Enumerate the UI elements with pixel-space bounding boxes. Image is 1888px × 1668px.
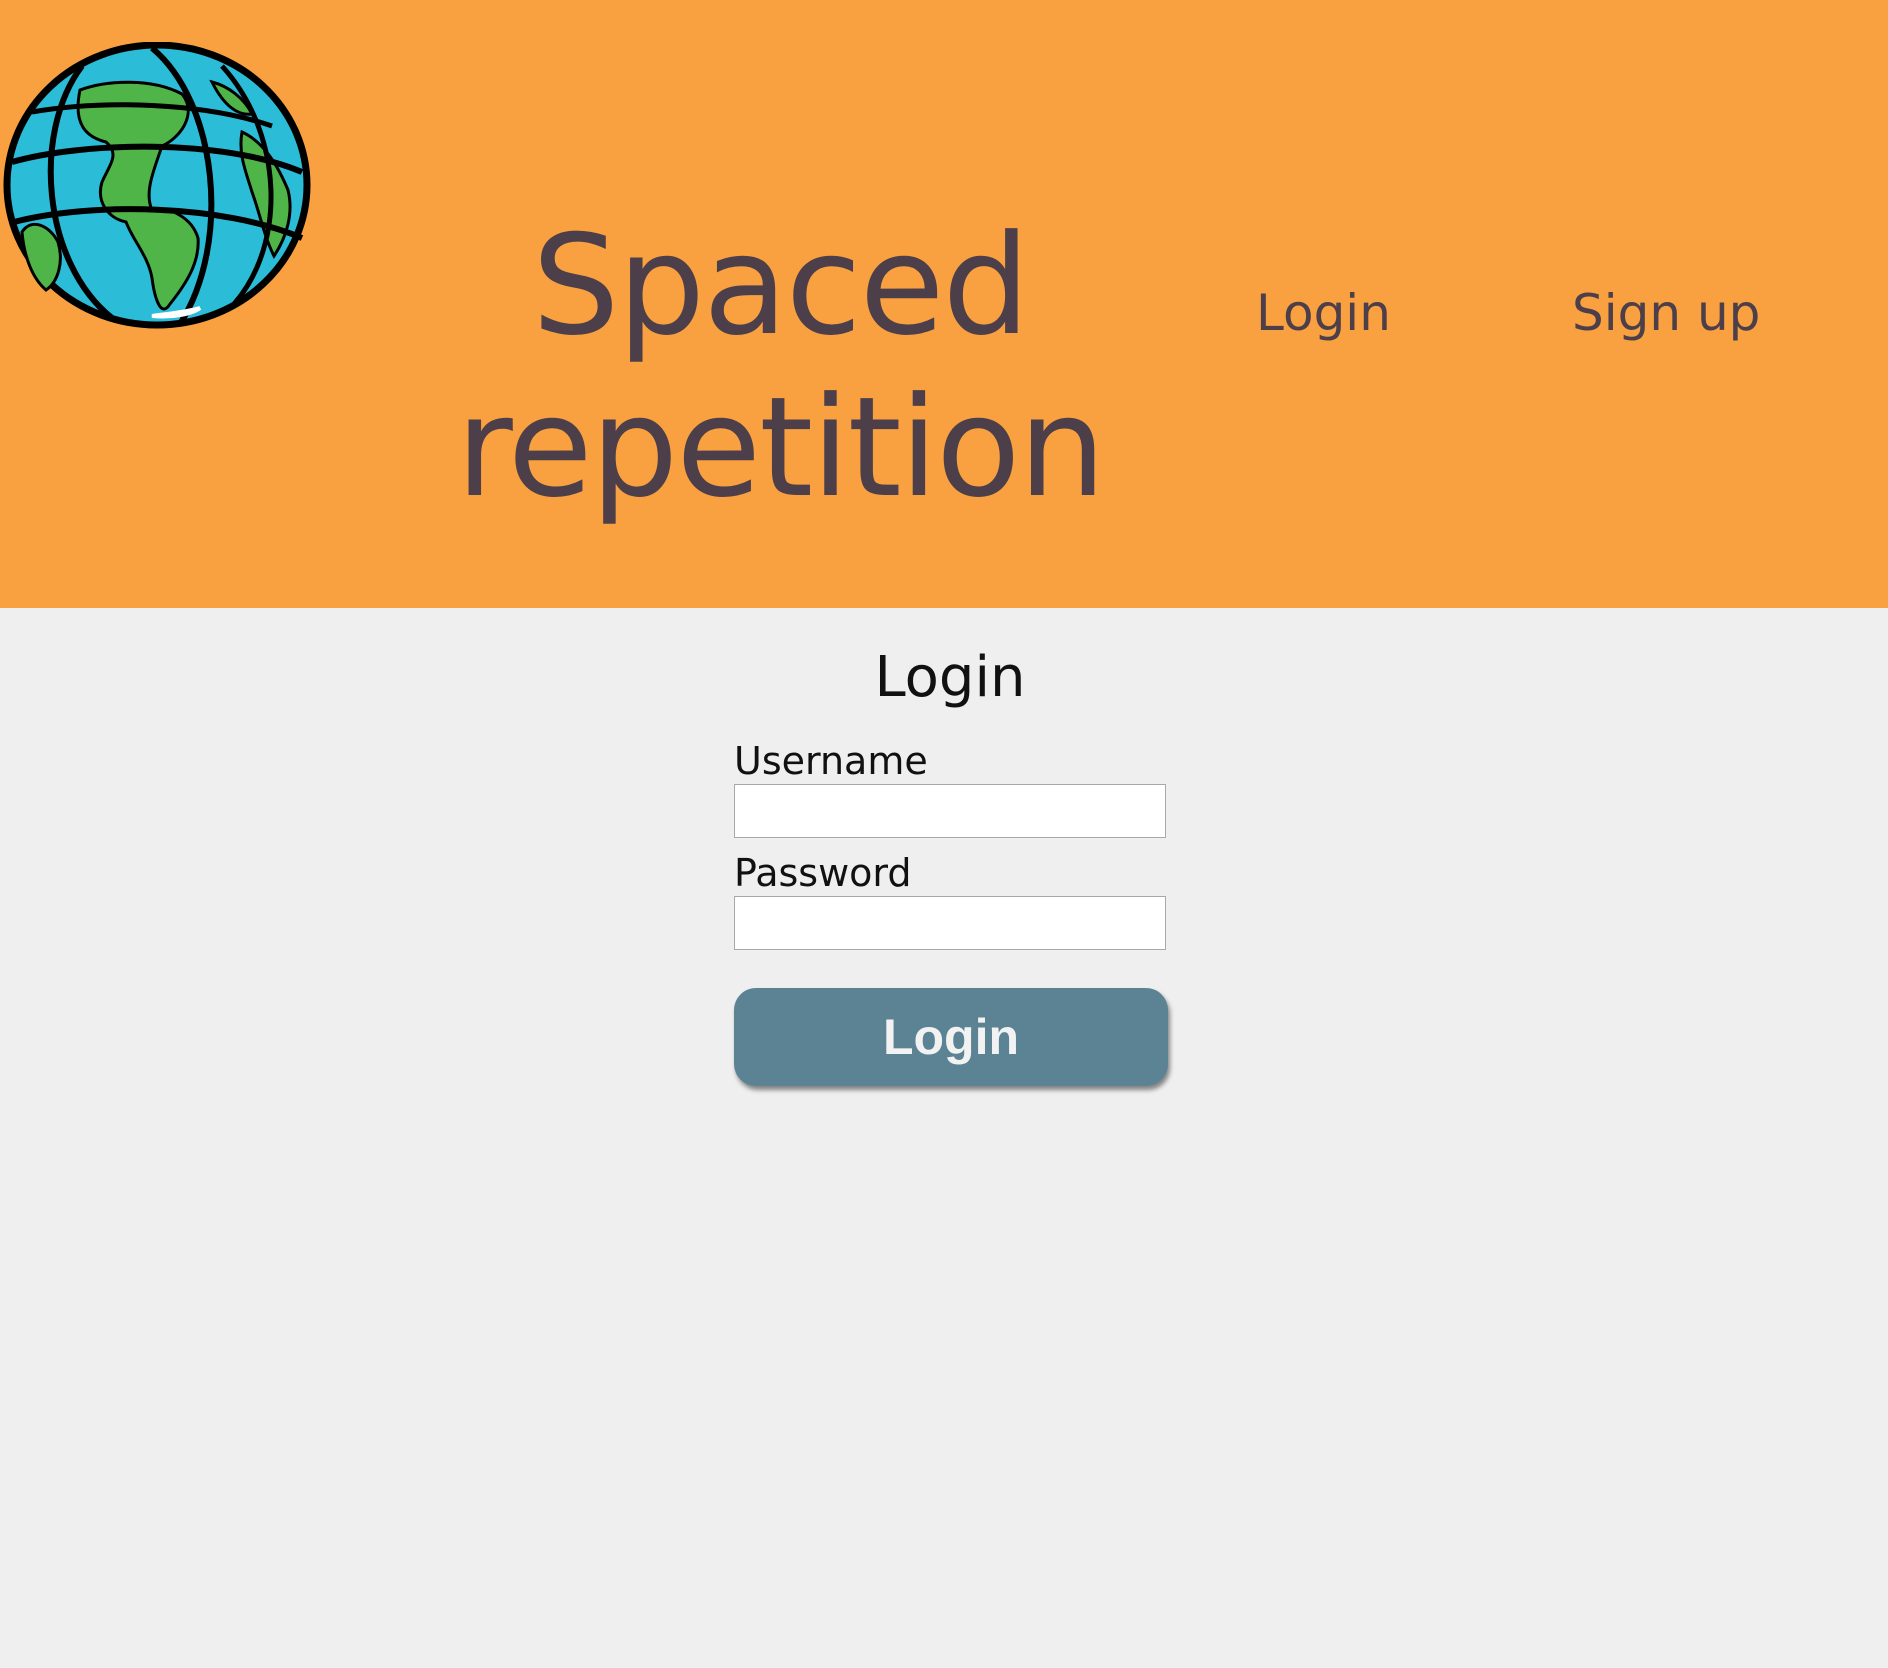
username-label: Username — [734, 739, 928, 783]
site-title-line1: Spaced — [531, 205, 1030, 366]
site-title-line2: repetition — [456, 367, 1106, 528]
nav-signup-link[interactable]: Sign up — [1572, 282, 1760, 344]
password-label: Password — [734, 851, 912, 895]
nav-login-link[interactable]: Login — [1256, 282, 1391, 344]
globe-icon — [2, 41, 312, 332]
password-input[interactable] — [734, 896, 1166, 950]
login-form-title: Login — [874, 645, 1026, 710]
site-title: Spaced repetition — [400, 205, 1160, 529]
site-header: Spaced repetition Login Sign up — [0, 0, 1888, 608]
login-submit-button[interactable]: Login — [734, 988, 1168, 1086]
login-section: Login Username Password Login — [0, 608, 1888, 1668]
username-input[interactable] — [734, 784, 1166, 838]
